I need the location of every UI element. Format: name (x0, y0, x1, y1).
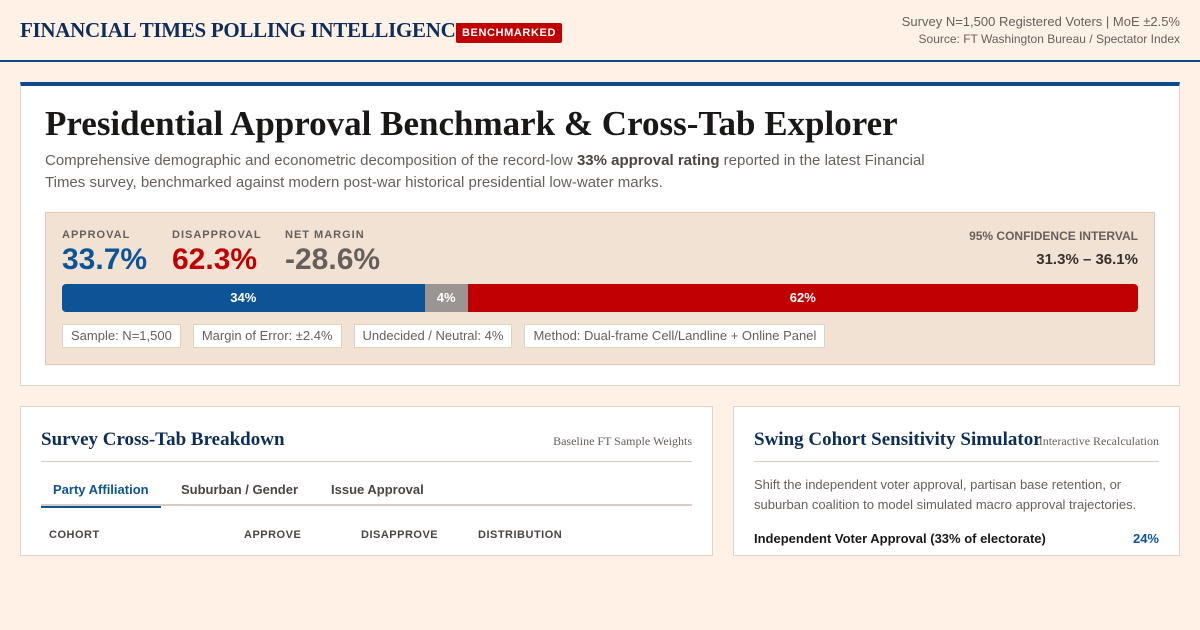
disapproval-value: 62.3% (172, 243, 258, 276)
source-line: Source: FT Washington Bureau / Spectator… (918, 32, 1180, 46)
crosstab-card: Survey Cross-Tab Breakdown Baseline FT S… (20, 406, 713, 556)
crosstab-tabs: Party Affiliation Suburban / Gender Issu… (41, 477, 692, 508)
brand-title: FINANCIAL TIMES POLLING INTELLIGENCE (20, 18, 470, 42)
chip-undecided: Undecided / Neutral: 4% (353, 324, 513, 348)
simulator-note: Interactive Recalculation (1038, 434, 1159, 448)
bar-segment-approve: 34% (62, 284, 425, 312)
net-margin-metric: NET MARGIN -28.6% (285, 229, 380, 277)
ci-value: 31.3% – 36.1% (1036, 251, 1138, 268)
page-lede: Comprehensive demographic and econometri… (45, 150, 955, 194)
column-header-cohort: COHORT (49, 529, 100, 541)
method-chips: Sample: N=1,500 Margin of Error: ±2.4% U… (62, 324, 826, 348)
column-header-distribution: DISTRIBUTION (478, 529, 563, 541)
approval-value: 33.7% (62, 243, 148, 276)
chip-margin-of-error: Margin of Error: ±2.4% (192, 324, 342, 348)
approval-metric: APPROVAL 33.7% (62, 229, 147, 277)
independent-approval-slider-value: 24% (1132, 531, 1159, 546)
crosstab-title: Survey Cross-Tab Breakdown (41, 429, 285, 450)
metrics-panel: APPROVAL 33.7% DISAPPROVAL 62.3% NET MAR… (45, 212, 1155, 365)
confidence-interval: 95% CONFIDENCE INTERVAL 31.3% – 36.1% (969, 229, 1138, 268)
column-header-approve: APPROVE (244, 529, 302, 541)
survey-meta: Survey N=1,500 Registered Voters | MoE ±… (901, 14, 1180, 29)
hero-panel: Presidential Approval Benchmark & Cross-… (20, 82, 1180, 386)
independent-approval-slider-label: Independent Voter Approval (33% of elect… (754, 531, 1046, 546)
chip-sample: Sample: N=1,500 (62, 324, 181, 348)
tab-suburban-gender[interactable]: Suburban / Gender (169, 477, 310, 506)
top-bar: FINANCIAL TIMES POLLING INTELLIGENCE BEN… (0, 0, 1200, 62)
page-title: Presidential Approval Benchmark & Cross-… (45, 104, 898, 143)
net-margin-label: NET MARGIN (285, 229, 365, 241)
crosstab-note: Baseline FT Sample Weights (553, 434, 692, 448)
column-header-disapprove: DISAPPROVE (361, 529, 439, 541)
bar-segment-disapprove: 62% (467, 284, 1138, 312)
disapproval-metric: DISAPPROVAL 62.3% (172, 229, 262, 277)
approval-distribution-bar: 34% 4% 62% (62, 284, 1138, 312)
simulator-title: Swing Cohort Sensitivity Simulator (754, 429, 1042, 450)
divider (41, 461, 692, 462)
lede-highlight: 33% approval rating (576, 152, 720, 169)
tab-issue-approval[interactable]: Issue Approval (319, 477, 436, 506)
bar-segment-neutral: 4% (424, 284, 468, 312)
tab-party-affiliation[interactable]: Party Affiliation (41, 477, 161, 508)
divider (754, 461, 1159, 462)
net-margin-value: -28.6% (285, 243, 381, 276)
simulator-card: Swing Cohort Sensitivity Simulator Inter… (733, 406, 1180, 556)
chip-method: Method: Dual-frame Cell/Landline + Onlin… (524, 324, 826, 348)
lede-text-start: Comprehensive demographic and econometri… (45, 152, 577, 169)
ci-label: 95% CONFIDENCE INTERVAL (969, 229, 1138, 243)
simulator-description: Shift the independent voter approval, pa… (754, 477, 1137, 512)
disapproval-label: DISAPPROVAL (172, 229, 262, 241)
approval-label: APPROVAL (62, 229, 131, 241)
benchmarked-badge: BENCHMARKED (456, 23, 562, 43)
